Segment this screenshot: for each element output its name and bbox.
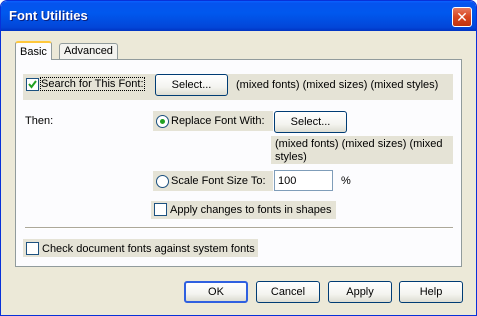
percent-unit: %: [341, 175, 351, 187]
title-bar[interactable]: Font Utilities ✕: [1, 1, 476, 31]
help-button[interactable]: Help: [399, 281, 463, 303]
tab-advanced[interactable]: Advanced: [59, 43, 118, 60]
checkmark-icon: [28, 80, 37, 89]
search-font-description: (mixed fonts) (mixed sizes) (mixed style…: [236, 79, 439, 91]
ok-button[interactable]: OK: [184, 281, 248, 303]
cancel-button[interactable]: Cancel: [256, 281, 320, 303]
close-button[interactable]: ✕: [452, 7, 472, 27]
scale-font-size-input[interactable]: [274, 170, 333, 191]
scale-font-label[interactable]: Scale Font Size To:: [171, 175, 266, 187]
replace-font-description-line1: (mixed fonts) (mixed sizes) (mixed: [275, 138, 443, 150]
replace-font-radio[interactable]: [156, 115, 169, 128]
radio-selected-dot: [160, 119, 165, 124]
check-system-fonts-checkbox[interactable]: [26, 242, 39, 255]
apply-button[interactable]: Apply: [328, 281, 392, 303]
replace-font-description-line2: styles): [275, 151, 307, 163]
search-font-checkbox[interactable]: [26, 78, 39, 91]
check-system-fonts-label[interactable]: Check document fonts against system font…: [42, 243, 255, 255]
search-select-button[interactable]: Select...: [155, 74, 228, 96]
close-icon: ✕: [456, 9, 468, 25]
tab-basic[interactable]: Basic: [15, 41, 52, 60]
then-label: Then:: [25, 115, 54, 127]
separator: [25, 227, 453, 229]
replace-select-button[interactable]: Select...: [274, 111, 347, 133]
font-utilities-dialog: Font Utilities ✕ Basic Advanced Search f…: [0, 0, 477, 316]
apply-shapes-label[interactable]: Apply changes to fonts in shapes: [170, 204, 331, 216]
apply-shapes-checkbox[interactable]: [154, 203, 167, 216]
replace-font-label[interactable]: Replace Font With:: [171, 115, 265, 127]
search-font-label[interactable]: Search for This Font:: [40, 77, 145, 91]
window-title: Font Utilities: [9, 8, 88, 23]
scale-font-radio[interactable]: [156, 175, 169, 188]
